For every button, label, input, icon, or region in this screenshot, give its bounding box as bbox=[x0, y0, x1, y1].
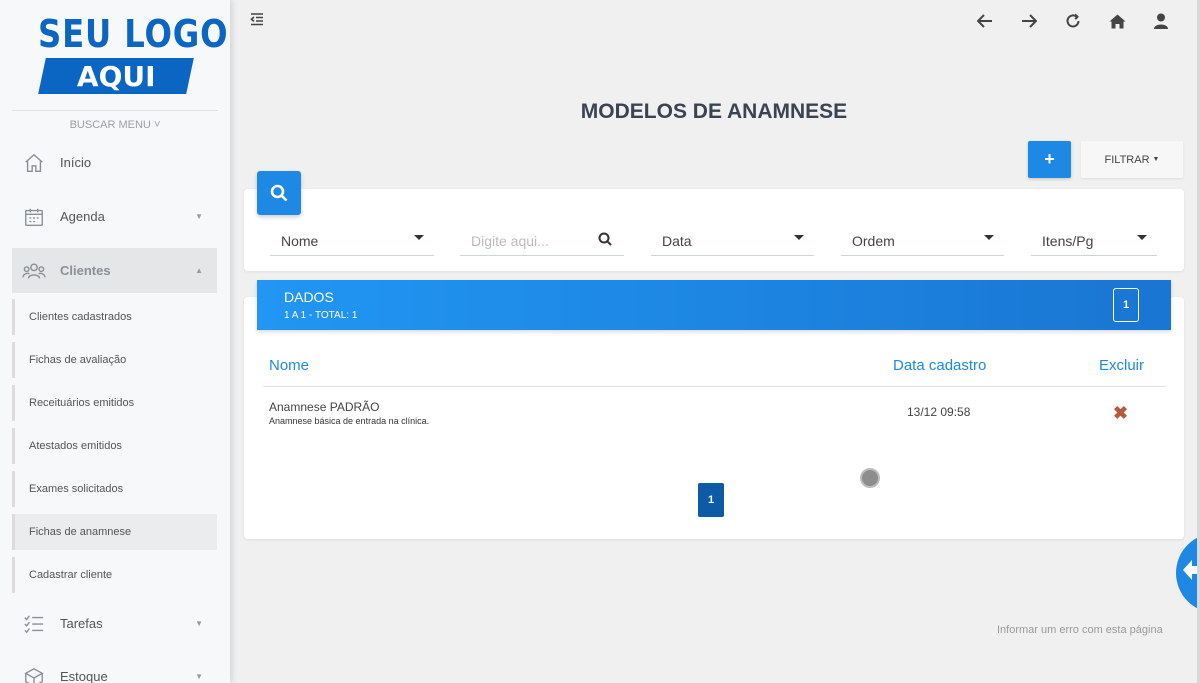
search-button[interactable] bbox=[257, 171, 301, 215]
delete-icon[interactable]: ✖ bbox=[1113, 403, 1128, 424]
sidebar-subitem[interactable]: Exames solicitados bbox=[12, 471, 217, 507]
menu-collapse-icon[interactable] bbox=[250, 12, 264, 29]
search-icon[interactable] bbox=[598, 232, 612, 249]
sidebar-divider bbox=[12, 110, 218, 111]
sidebar-subitem[interactable]: Fichas de anamnese bbox=[12, 514, 217, 550]
row-description: Anamnese básica de entrada na clínica. bbox=[269, 416, 430, 426]
filter-label: FILTRAR bbox=[1104, 153, 1150, 166]
filter-button[interactable]: FILTRAR ▼ bbox=[1081, 141, 1183, 178]
order-select[interactable]: Ordem bbox=[841, 226, 1004, 256]
logo-banner: AQUI bbox=[38, 58, 194, 94]
caret-down-icon: ▼ bbox=[1152, 156, 1160, 163]
search-menu-toggle[interactable]: BUSCAR MENU ˅ bbox=[0, 119, 230, 131]
sidebar-subitem[interactable]: Clientes cadastrados bbox=[12, 299, 217, 335]
top-actions bbox=[976, 10, 1170, 32]
sidebar-item-label: Agenda bbox=[60, 209, 105, 224]
tasks-icon bbox=[22, 612, 46, 636]
sidebar-item-label: Estoque bbox=[60, 669, 108, 683]
sidebar-item-label: Clientes bbox=[60, 263, 111, 278]
caret-down-icon: ▼ bbox=[195, 672, 203, 681]
box-icon bbox=[22, 665, 46, 683]
pagination-page[interactable]: 1 bbox=[698, 483, 724, 517]
sidebar-item-agenda[interactable]: Agenda ▼ bbox=[12, 194, 217, 239]
logo-text-bottom: AQUI bbox=[76, 59, 156, 93]
sidebar-item-label: Início bbox=[60, 155, 92, 170]
caret-down-icon bbox=[984, 235, 994, 240]
order-select-value: Ordem bbox=[852, 232, 895, 249]
loading-spinner bbox=[860, 468, 880, 488]
calendar-icon bbox=[22, 205, 46, 229]
sidebar-subitem[interactable]: Cadastrar cliente bbox=[12, 557, 217, 593]
per-page-select[interactable]: Itens/Pg bbox=[1031, 226, 1157, 256]
search-input[interactable] bbox=[471, 232, 591, 249]
home-icon bbox=[22, 151, 46, 175]
forward-arrow-icon[interactable] bbox=[1020, 10, 1038, 32]
column-header-excluir: Excluir bbox=[1099, 357, 1145, 374]
logo[interactable]: SEU LOGO AQUI bbox=[38, 12, 229, 96]
caret-down-icon bbox=[1137, 235, 1147, 240]
search-field[interactable] bbox=[460, 226, 624, 256]
sidebar-item-estoque[interactable]: Estoque ▼ bbox=[12, 654, 217, 683]
row-name[interactable]: Anamnese PADRÃO bbox=[269, 400, 380, 414]
date-select[interactable]: Data bbox=[651, 226, 814, 256]
row-date: 13/12 09:58 bbox=[907, 405, 971, 419]
sidebar-item-inicio[interactable]: Início bbox=[12, 140, 217, 185]
add-button[interactable]: + bbox=[1028, 141, 1071, 178]
sidebar-item-label: Tarefas bbox=[60, 616, 103, 631]
sidebar-subitem[interactable]: Receituários emitidos bbox=[12, 385, 217, 421]
caret-down-icon bbox=[414, 235, 424, 240]
logo-text-top: SEU LOGO bbox=[38, 12, 229, 56]
sidebar-subitem[interactable]: Atestados emitidos bbox=[12, 428, 217, 464]
chevron-down-icon: ˅ bbox=[153, 119, 161, 131]
data-header-subtitle: 1 A 1 - TOTAL: 1 bbox=[284, 310, 358, 321]
field-select-value: Nome bbox=[281, 232, 319, 249]
per-page-select-value: Itens/Pg bbox=[1042, 232, 1094, 249]
caret-up-icon: ▲ bbox=[195, 266, 203, 275]
caret-down-icon: ▼ bbox=[195, 619, 203, 628]
caret-down-icon bbox=[794, 235, 804, 240]
page-badge[interactable]: 1 bbox=[1113, 288, 1139, 322]
sidebar-subitem[interactable]: Fichas de avaliação bbox=[12, 342, 217, 378]
report-error-link[interactable]: Informar um erro com esta página bbox=[997, 624, 1163, 636]
users-icon bbox=[22, 259, 46, 283]
table-header-divider bbox=[263, 386, 1166, 387]
column-header-nome[interactable]: Nome bbox=[269, 357, 309, 374]
user-icon[interactable] bbox=[1152, 10, 1170, 32]
caret-down-icon: ▼ bbox=[195, 212, 203, 221]
search-menu-label: BUSCAR MENU bbox=[69, 119, 151, 131]
refresh-icon[interactable] bbox=[1064, 10, 1082, 32]
search-icon bbox=[270, 184, 288, 202]
column-header-data-cadastro[interactable]: Data cadastro bbox=[893, 357, 986, 374]
data-header: DADOS 1 A 1 - TOTAL: 1 1 bbox=[257, 280, 1171, 330]
sidebar-item-tarefas[interactable]: Tarefas ▼ bbox=[12, 601, 217, 646]
sidebar: SEU LOGO AQUI BUSCAR MENU ˅ Início Agend… bbox=[0, 0, 230, 683]
sidebar-item-clientes[interactable]: Clientes ▲ bbox=[12, 248, 217, 293]
home-icon[interactable] bbox=[1108, 10, 1126, 32]
page-title: MODELOS DE ANAMNESE bbox=[580, 100, 848, 123]
field-select[interactable]: Nome bbox=[270, 226, 434, 256]
date-select-value: Data bbox=[662, 232, 692, 249]
back-arrow-icon[interactable] bbox=[976, 10, 994, 32]
data-header-title: DADOS bbox=[284, 289, 334, 305]
